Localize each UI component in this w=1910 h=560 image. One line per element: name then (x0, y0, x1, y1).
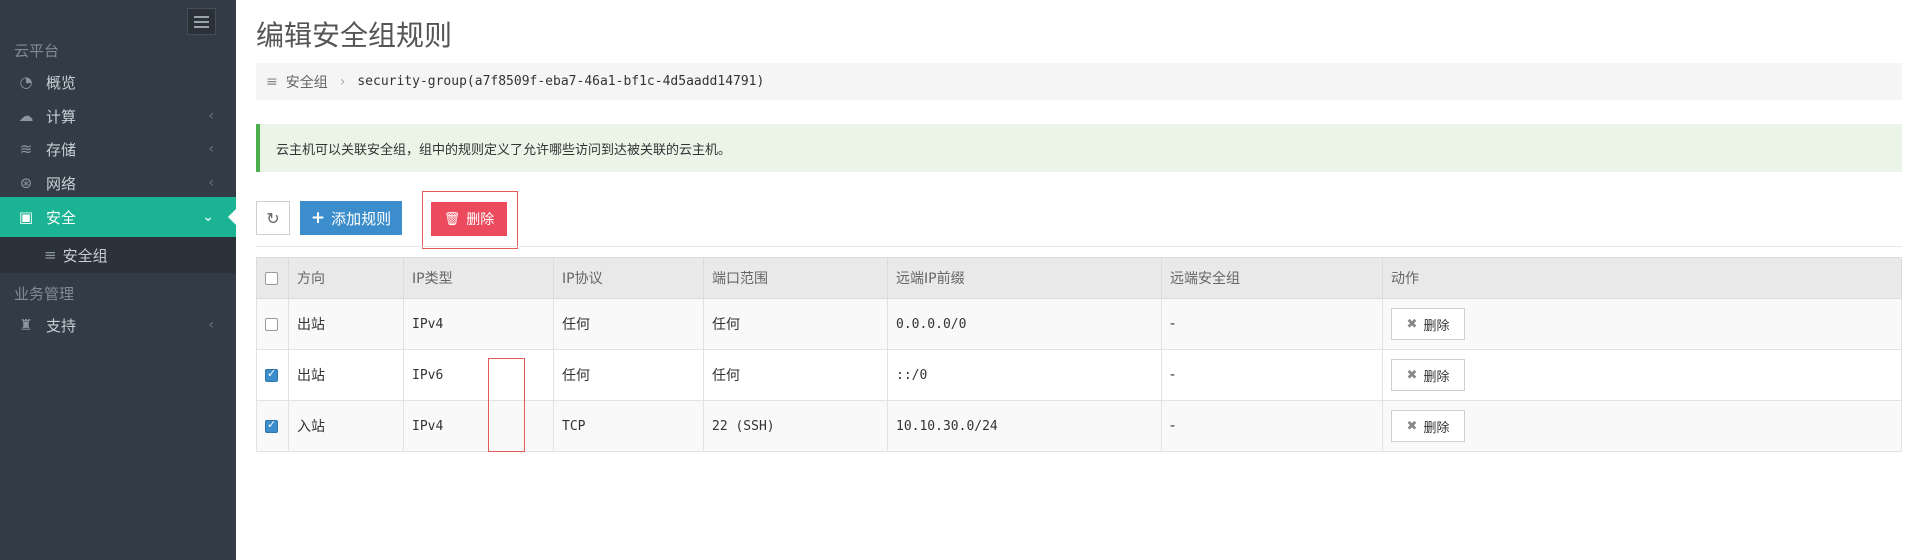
delete-rules-button[interactable]: 🗑 删除 (431, 202, 507, 236)
row-delete-button[interactable]: ✖ 删除 (1391, 359, 1465, 391)
plus-icon: + (310, 208, 326, 228)
checkbox-highlight-box (488, 358, 525, 452)
chevron-left-icon: ‹ (208, 317, 214, 333)
col-remote-group[interactable]: 远端安全组 (1161, 257, 1383, 299)
briefcase-icon: ▣ (18, 208, 34, 226)
sidebar-section-cloud: 云平台 (14, 42, 60, 60)
row-checkbox[interactable] (265, 317, 278, 331)
breadcrumb-current: security-group(a7f8509f-eba7-46a1-bf1c-4… (357, 74, 765, 89)
page-title: 编辑安全组规则 (256, 19, 453, 52)
cell-ip-type: IPv6 (403, 349, 554, 401)
cell-port-range: 22 (SSH) (703, 400, 888, 452)
col-direction[interactable]: 方向 (288, 257, 404, 299)
sidebar-item-label: 存储 (46, 140, 77, 159)
sidebar-item-label: 网络 (46, 174, 77, 193)
row-delete-button[interactable]: ✖ 删除 (1391, 410, 1465, 442)
sidebar-item-label: 支持 (46, 316, 77, 335)
cell-actions: ✖ 删除 (1382, 298, 1902, 350)
cell-ip-type: IPv4 (403, 298, 554, 350)
cell-remote-ip: 0.0.0.0/0 (887, 298, 1162, 350)
database-icon: ≋ (19, 140, 33, 158)
cell-protocol: TCP (553, 400, 704, 452)
chevron-left-icon: ‹ (208, 175, 214, 191)
sidebar-subitem-security-group[interactable]: ≡ 安全组 (0, 237, 236, 273)
network-icon: ⊛ (19, 174, 33, 192)
select-all-checkbox[interactable] (265, 271, 278, 285)
sidebar-subitem-label: 安全组 (62, 246, 108, 265)
row-delete-label: 删除 (1423, 318, 1450, 334)
chevron-left-icon: ‹ (208, 108, 214, 124)
cell-direction: 出站 (288, 298, 404, 350)
breadcrumb-separator-icon: › (339, 73, 346, 90)
sidebar-item-support[interactable]: ♜ 支持 ‹ (0, 305, 236, 345)
sidebar-item-label: 安全 (46, 208, 77, 227)
list-icon: ≡ (266, 73, 278, 90)
trash-icon: 🗑 (443, 211, 461, 227)
sidebar-item-security[interactable]: ▣ 安全 ⌄ (0, 197, 236, 237)
col-port-range[interactable]: 端口范围 (703, 257, 888, 299)
sidebar-section-business: 业务管理 (14, 285, 75, 303)
col-actions: 动作 (1382, 257, 1902, 299)
row-checkbox-cell (256, 400, 289, 452)
cell-direction: 出站 (288, 349, 404, 401)
row-delete-label: 删除 (1423, 420, 1450, 436)
row-checkbox[interactable] (265, 367, 278, 382)
row-delete-label: 删除 (1423, 369, 1450, 385)
col-protocol[interactable]: IP协议 (553, 257, 704, 299)
cell-actions: ✖ 删除 (1382, 349, 1902, 401)
refresh-button[interactable]: ↻ (256, 201, 290, 235)
cell-direction: 入站 (288, 400, 404, 452)
row-checkbox-cell (256, 298, 289, 350)
dashboard-icon: ◔ (19, 73, 33, 91)
main-content: 编辑安全组规则 ≡ 安全组 › security-group(a7f8509f-… (236, 0, 1910, 560)
add-rule-label: 添加规则 (331, 209, 392, 228)
support-icon: ♜ (19, 316, 33, 334)
select-all-cell (256, 257, 289, 299)
cell-protocol: 任何 (553, 349, 704, 401)
cell-remote-group: - (1161, 349, 1383, 401)
refresh-icon: ↻ (266, 208, 280, 228)
close-icon: ✖ (1406, 418, 1418, 434)
toolbar-divider (256, 246, 1902, 247)
cell-remote-ip: ::/0 (887, 349, 1162, 401)
cloud-icon: ☁ (18, 107, 34, 125)
table-header-row: 方向 IP类型 IP协议 端口范围 远端IP前缀 远端安全组 动作 (256, 257, 1902, 299)
table-row: 出站 IPv4 任何 任何 0.0.0.0/0 - ✖ 删除 (256, 298, 1902, 350)
menu-toggle-icon[interactable] (187, 8, 216, 35)
col-remote-ip[interactable]: 远端IP前缀 (887, 257, 1162, 299)
col-ip-type[interactable]: IP类型 (403, 257, 554, 299)
close-icon: ✖ (1406, 316, 1418, 332)
app-root: 云平台 ◔ 概览 ☁ 计算 ‹ ≋ 存储 ‹ ⊛ 网络 ‹ ▣ 安全 ⌄ ≡ 安… (0, 0, 1910, 560)
add-rule-button[interactable]: + 添加规则 (300, 201, 402, 235)
sidebar: 云平台 ◔ 概览 ☁ 计算 ‹ ≋ 存储 ‹ ⊛ 网络 ‹ ▣ 安全 ⌄ ≡ 安… (0, 0, 236, 560)
row-delete-button[interactable]: ✖ 删除 (1391, 308, 1465, 340)
breadcrumb: ≡ 安全组 › security-group(a7f8509f-eba7-46a… (256, 63, 1902, 100)
cell-protocol: 任何 (553, 298, 704, 350)
row-checkbox[interactable] (265, 418, 278, 433)
sidebar-item-label: 概览 (46, 73, 77, 92)
cell-port-range: 任何 (703, 349, 888, 401)
cell-remote-group: - (1161, 298, 1383, 350)
chevron-left-icon: ‹ (208, 141, 214, 157)
cell-remote-ip: 10.10.30.0/24 (887, 400, 1162, 452)
cell-remote-group: - (1161, 400, 1383, 452)
cell-port-range: 任何 (703, 298, 888, 350)
close-icon: ✖ (1406, 367, 1418, 383)
cell-ip-type: IPv4 (403, 400, 554, 452)
row-checkbox-cell (256, 349, 289, 401)
breadcrumb-root-link[interactable]: 安全组 (286, 72, 328, 92)
list-icon: ≡ (44, 246, 57, 264)
chevron-down-icon: ⌄ (202, 209, 214, 225)
info-alert: 云主机可以关联安全组，组中的规则定义了允许哪些访问到达被关联的云主机。 (256, 124, 1902, 172)
delete-rules-label: 删除 (466, 212, 495, 228)
cell-actions: ✖ 删除 (1382, 400, 1902, 452)
sidebar-item-label: 计算 (46, 107, 77, 126)
